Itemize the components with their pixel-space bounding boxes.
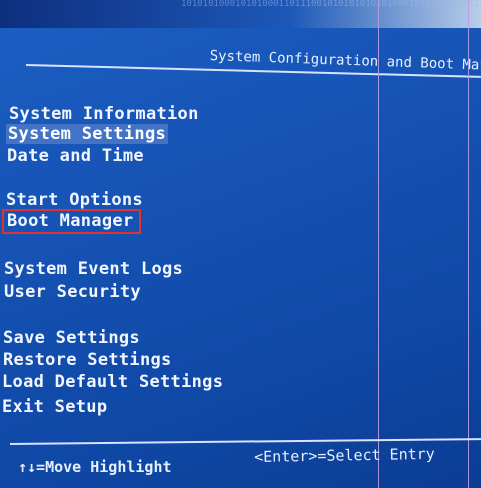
menu-item-system-information[interactable]: System Information — [9, 104, 199, 124]
menu-item-restore-settings[interactable]: Restore Settings — [3, 350, 172, 370]
menu-item-system-event-logs[interactable]: System Event Logs — [4, 259, 183, 279]
column-divider — [378, 0, 379, 488]
menu-item-boot-manager[interactable]: Boot Manager — [2, 209, 142, 234]
menu-item-exit-setup[interactable]: Exit Setup — [2, 397, 107, 417]
main-menu: System Information System Settings Date … — [0, 0, 370, 440]
menu-item-start-options[interactable]: Start Options — [6, 190, 143, 210]
menu-item-load-default-settings[interactable]: Load Default Settings — [2, 372, 223, 392]
select-entry-hint: <Enter>=Select Entry — [254, 444, 435, 466]
menu-item-user-security[interactable]: User Security — [4, 282, 141, 302]
menu-item-system-settings[interactable]: System Settings — [6, 124, 169, 144]
menu-item-date-and-time[interactable]: Date and Time — [7, 146, 144, 166]
column-divider-right — [468, 0, 469, 488]
move-highlight-hint: ↑↓=Move Highlight — [18, 458, 172, 476]
menu-item-save-settings[interactable]: Save Settings — [3, 328, 140, 348]
